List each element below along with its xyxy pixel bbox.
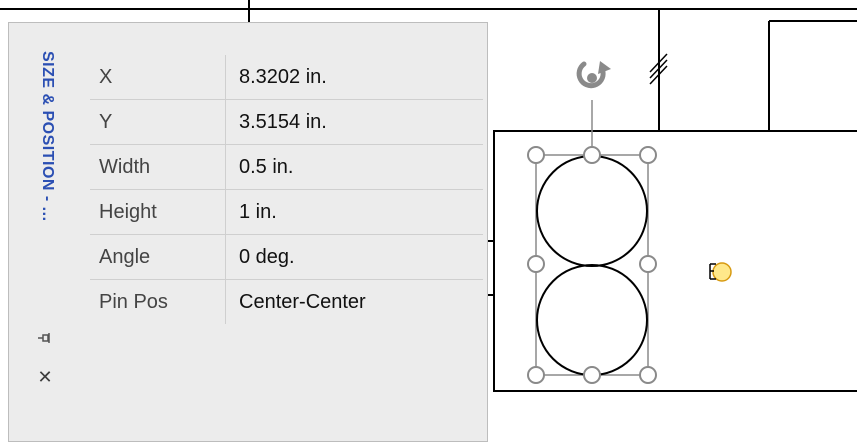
rotation-handle-icon[interactable] <box>576 61 611 89</box>
property-row: Pin Pos Center-Center <box>90 279 483 324</box>
size-position-panel: SIZE & POSITION - ... X 8.3202 in. Y 3.5… <box>8 22 488 442</box>
property-row: Y 3.5154 in. <box>90 99 483 145</box>
property-label: Angle <box>90 234 226 280</box>
property-value[interactable]: 1 in. <box>225 189 483 235</box>
property-value[interactable]: 3.5154 in. <box>225 99 483 145</box>
pin-icon[interactable] <box>37 331 51 345</box>
property-row: Height 1 in. <box>90 189 483 235</box>
property-value[interactable]: 8.3202 in. <box>226 55 484 100</box>
panel-title[interactable]: SIZE & POSITION - ... <box>38 51 56 222</box>
property-value[interactable]: Center-Center <box>225 279 483 324</box>
property-label: Pin Pos <box>90 279 226 324</box>
property-label: Width <box>90 144 226 190</box>
property-label: Y <box>90 99 226 145</box>
property-row: Width 0.5 in. <box>90 144 483 190</box>
property-row: X 8.3202 in. <box>90 55 483 100</box>
property-value[interactable]: 0.5 in. <box>225 144 483 190</box>
property-label: Height <box>90 189 226 235</box>
property-value[interactable]: 0 deg. <box>225 234 483 280</box>
close-icon[interactable]: ✕ <box>37 368 53 386</box>
properties-table: X 8.3202 in. Y 3.5154 in. Width 0.5 in. … <box>90 55 483 324</box>
property-label: X <box>90 55 226 100</box>
property-row: Angle 0 deg. <box>90 234 483 280</box>
